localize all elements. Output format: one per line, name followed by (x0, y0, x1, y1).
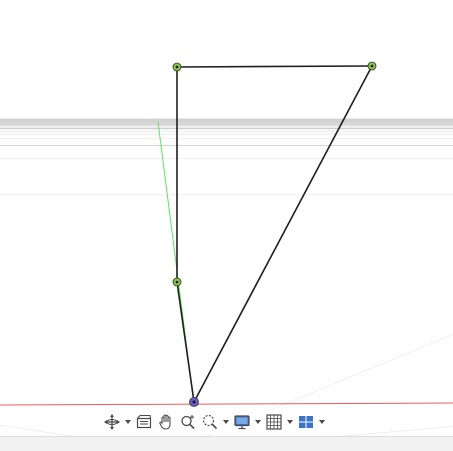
hand-pan-icon (157, 413, 175, 431)
sketch-point-top-left[interactable] (173, 63, 181, 71)
display-settings-icon (233, 413, 251, 431)
zoom-window-button[interactable] (200, 411, 220, 433)
pan-button[interactable] (156, 411, 176, 433)
viewports-dropdown[interactable] (318, 420, 326, 424)
grid-snaps-button[interactable] (264, 411, 284, 433)
orbit-button[interactable] (102, 411, 122, 433)
sketch-line-left-lower[interactable] (177, 282, 194, 402)
sketch-point-top-right[interactable] (368, 62, 376, 70)
status-bar (0, 436, 453, 451)
look-at-button[interactable] (134, 411, 154, 433)
orbit-dropdown[interactable] (124, 420, 132, 424)
grid-snaps-dropdown[interactable] (286, 420, 294, 424)
viewports-button[interactable] (296, 411, 316, 433)
caret-down-icon (319, 420, 325, 424)
zoom-button[interactable] (178, 411, 198, 433)
sketch-point-origin[interactable] (190, 398, 199, 407)
sketch-point-middle[interactable] (173, 278, 181, 286)
sketch-geometry[interactable] (0, 0, 453, 436)
display-settings-button[interactable] (232, 411, 252, 433)
caret-down-icon (223, 420, 229, 424)
zoom-window-icon (201, 413, 219, 431)
sketch-line-diagonal[interactable] (194, 66, 372, 402)
caret-down-icon (125, 420, 131, 424)
viewports-icon (297, 413, 315, 431)
zoom-dropdown[interactable] (222, 420, 230, 424)
look-at-icon (135, 413, 153, 431)
caret-down-icon (255, 420, 261, 424)
navigation-toolbar (100, 410, 328, 434)
sketch-line-top[interactable] (177, 66, 372, 67)
caret-down-icon (287, 420, 293, 424)
zoom-icon (179, 413, 197, 431)
display-settings-dropdown[interactable] (254, 420, 262, 424)
canvas-viewport[interactable] (0, 0, 453, 436)
grid-icon (265, 413, 283, 431)
orbit-icon (103, 413, 121, 431)
